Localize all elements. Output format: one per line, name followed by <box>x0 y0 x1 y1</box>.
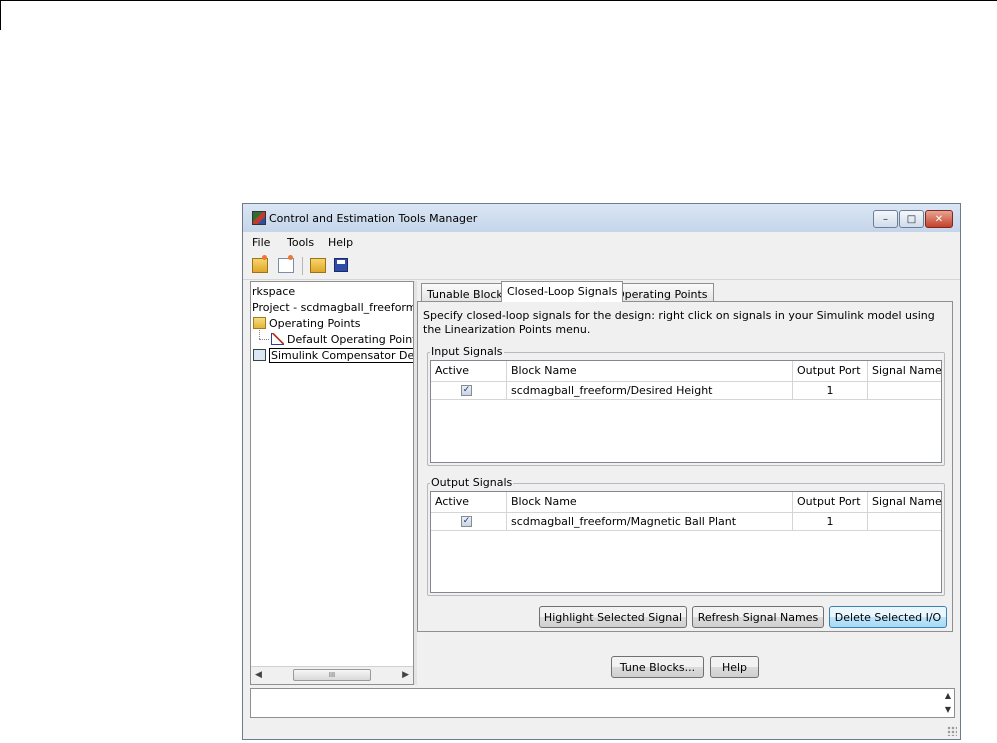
active-checkbox[interactable]: ✓ <box>461 385 472 396</box>
column-header-signal-name[interactable]: Signal Name <box>868 492 941 512</box>
maximize-button[interactable]: □ <box>899 210 924 228</box>
tree-item-workspace[interactable]: rkspace <box>252 285 295 298</box>
window-title: Control and Estimation Tools Manager <box>269 212 478 225</box>
output-signals-group: Output Signals Active Block Name Output … <box>427 476 945 596</box>
folder-icon <box>253 317 266 329</box>
output-signals-table: Active Block Name Output Port Signal Nam… <box>430 491 942 593</box>
tree-item-project[interactable]: Project - scdmagball_freeform <box>252 301 413 314</box>
menu-tools[interactable]: Tools <box>287 236 314 249</box>
menu-bar: File Tools Help <box>243 232 960 253</box>
input-signals-label: Input Signals <box>430 345 504 358</box>
compensator-design-icon <box>253 349 266 361</box>
input-signals-table: Active Block Name Output Port Signal Nam… <box>430 360 942 463</box>
tree-connector <box>259 330 260 339</box>
help-button[interactable]: Help <box>710 656 759 678</box>
column-header-output-port[interactable]: Output Port <box>793 361 868 381</box>
tab-operating-points[interactable]: Operating Points <box>610 283 714 301</box>
instructions-text: Specify closed-loop signals for the desi… <box>423 309 935 336</box>
column-header-active[interactable]: Active <box>431 492 507 512</box>
menu-help[interactable]: Help <box>328 236 353 249</box>
highlight-selected-signal-button[interactable]: Highlight Selected Signal <box>539 606 687 628</box>
operating-point-icon <box>271 333 284 345</box>
active-cell[interactable]: ✓ <box>431 382 507 400</box>
tab-closed-loop-signals[interactable]: Closed-Loop Signals <box>501 281 624 302</box>
block-name-cell[interactable]: scdmagball_freeform/Desired Height <box>507 382 793 400</box>
page-top-rule <box>0 0 997 1</box>
delete-selected-io-button[interactable]: Delete Selected I/O <box>829 606 947 628</box>
closed-loop-signals-panel: Specify closed-loop signals for the desi… <box>417 301 953 632</box>
page-margin-mark <box>0 0 1 30</box>
active-cell[interactable]: ✓ <box>431 513 507 531</box>
block-name-cell[interactable]: scdmagball_freeform/Magnetic Ball Plant <box>507 513 793 531</box>
tree-item-compensator-design[interactable]: Simulink Compensator Design <box>253 348 413 363</box>
toolbar-separator <box>302 257 303 275</box>
message-pane[interactable]: ▲ ▼ <box>250 688 955 718</box>
column-header-block-name[interactable]: Block Name <box>507 492 793 512</box>
scroll-right-icon[interactable]: ▶ <box>402 670 409 680</box>
tree-item-label: Simulink Compensator Design <box>269 348 413 363</box>
resize-grip-icon[interactable] <box>947 726 957 736</box>
tree-item-default-operating-point[interactable]: Default Operating Point <box>271 333 414 346</box>
refresh-signal-names-button[interactable]: Refresh Signal Names <box>692 606 824 628</box>
scroll-left-icon[interactable]: ◀ <box>255 670 262 680</box>
open-icon[interactable] <box>310 258 326 273</box>
column-header-signal-name[interactable]: Signal Name <box>868 361 941 381</box>
tune-blocks-button[interactable]: Tune Blocks... <box>611 656 704 678</box>
save-icon[interactable] <box>334 258 348 272</box>
table-row[interactable]: ✓ scdmagball_freeform/Magnetic Ball Plan… <box>431 513 941 531</box>
column-header-output-port[interactable]: Output Port <box>793 492 868 512</box>
tree-item-operating-points[interactable]: Operating Points <box>253 317 361 330</box>
tree-item-label: Operating Points <box>269 317 361 330</box>
output-port-cell[interactable]: 1 <box>793 382 868 400</box>
input-signals-group: Input Signals Active Block Name Output P… <box>427 345 945 466</box>
toolbar <box>243 253 960 280</box>
status-bar <box>243 720 960 739</box>
table-row[interactable]: ✓ scdmagball_freeform/Desired Height 1 <box>431 382 941 400</box>
column-header-block-name[interactable]: Block Name <box>507 361 793 381</box>
active-checkbox[interactable]: ✓ <box>461 516 472 527</box>
new-task-icon[interactable] <box>278 255 294 273</box>
minimize-button[interactable]: – <box>873 210 898 228</box>
tools-manager-window: Control and Estimation Tools Manager – □… <box>242 203 961 740</box>
output-port-cell[interactable]: 1 <box>793 513 868 531</box>
matlab-app-icon <box>252 211 266 225</box>
workspace-tree: rkspace Project - scdmagball_freeform Op… <box>250 281 414 685</box>
signal-name-cell[interactable] <box>868 513 941 531</box>
tree-connector <box>259 339 269 340</box>
scroll-thumb[interactable]: III <box>293 669 371 681</box>
tree-item-label: Default Operating Point <box>287 333 414 346</box>
menu-file[interactable]: File <box>252 236 270 249</box>
close-button[interactable]: ✕ <box>925 210 953 228</box>
tree-horizontal-scrollbar[interactable]: ◀ III ▶ <box>251 666 413 684</box>
new-project-icon[interactable] <box>252 255 268 273</box>
output-signals-label: Output Signals <box>430 476 514 489</box>
column-header-active[interactable]: Active <box>431 361 507 381</box>
title-bar[interactable]: Control and Estimation Tools Manager – □… <box>243 204 960 233</box>
task-content-panel: Tunable Blocks Closed-Loop Signals Opera… <box>417 281 955 685</box>
scroll-down-icon[interactable]: ▼ <box>945 705 951 714</box>
signal-name-cell[interactable] <box>868 382 941 400</box>
scroll-up-icon[interactable]: ▲ <box>945 691 951 700</box>
